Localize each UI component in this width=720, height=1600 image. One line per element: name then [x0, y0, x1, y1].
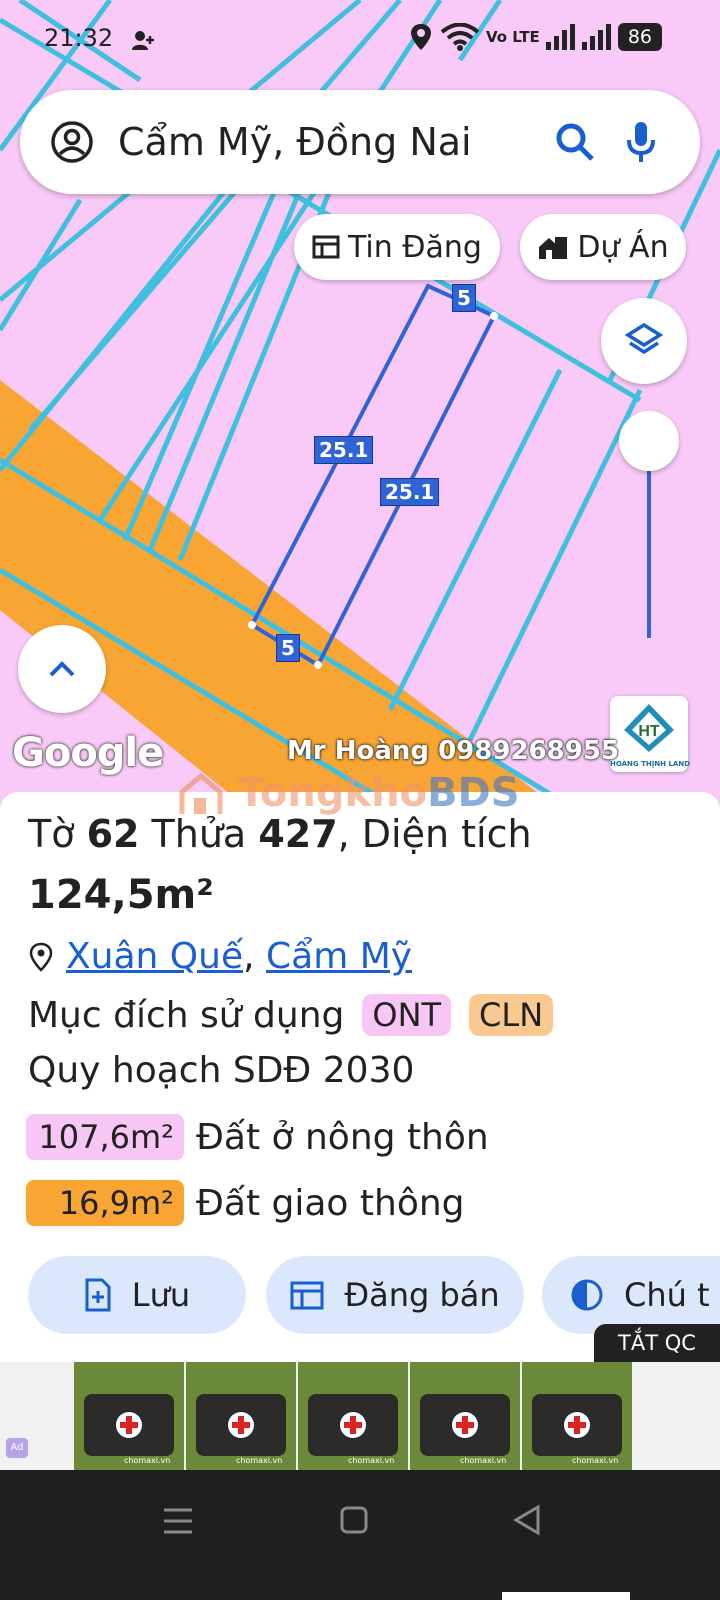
contact-watermark: Mr Hoàng 0989268955 — [287, 736, 619, 766]
save-button[interactable]: Lưu — [28, 1256, 246, 1334]
listings-icon — [312, 235, 340, 259]
parcel-area: 124,5m² — [28, 872, 214, 918]
account-icon[interactable] — [50, 120, 94, 164]
volte-label: Vo LTE — [485, 28, 540, 46]
plan-area-row: 107,6m² Đất ở nông thôn — [26, 1114, 489, 1160]
purpose-label: Mục đích sử dụng — [28, 994, 345, 1036]
zoom-slider-handle[interactable] — [619, 411, 679, 471]
ad-thumbnail[interactable]: chomaxi.vn — [74, 1362, 184, 1470]
profile-add-icon — [130, 28, 156, 58]
expand-sheet-button[interactable] — [18, 625, 106, 713]
plan-area-value: 107,6m² — [26, 1114, 184, 1160]
recents-icon[interactable] — [162, 1506, 194, 1536]
home-indicator — [502, 1592, 630, 1600]
mic-icon[interactable] — [626, 120, 656, 164]
system-navigation-bar — [0, 1470, 720, 1600]
status-icons: Vo LTE 86 — [408, 22, 662, 52]
plan-label: Quy hoạch SDĐ 2030 — [28, 1050, 415, 1091]
ad-caption: chomaxi.vn — [124, 1456, 171, 1465]
edge-length-label: 25.1 — [314, 436, 374, 464]
edge-length-label: 25.1 — [380, 478, 440, 506]
ad-banner[interactable]: Ad chomaxi.vn chomaxi.vn chomaxi.vn chom… — [0, 1362, 720, 1470]
purpose-tag-cln: CLN — [469, 994, 554, 1036]
search-bar[interactable]: Cẩm Mỹ, Đồng Nai — [20, 90, 700, 194]
area-label: , Diện tích — [337, 812, 532, 856]
plot-label: Thửa — [151, 812, 247, 856]
signal-icon — [545, 24, 575, 50]
home-icon[interactable] — [339, 1505, 369, 1535]
purpose-row: Mục đích sử dụng ONT CLN — [28, 994, 554, 1036]
home-work-icon — [539, 237, 568, 259]
location-pin-icon — [29, 942, 53, 972]
house-icon — [179, 772, 223, 814]
purpose-tag-ont: ONT — [362, 994, 452, 1036]
sheet-number: 62 — [86, 812, 140, 856]
post-sale-button[interactable]: Đăng bán — [266, 1256, 524, 1334]
plot-number: 427 — [258, 812, 338, 856]
battery-indicator: 86 — [617, 23, 662, 51]
ad-caption: chomaxi.vn — [348, 1456, 395, 1465]
site-watermark: TongkhoBDS — [178, 770, 520, 818]
chevron-up-icon — [49, 661, 75, 677]
ad-badge-icon: Ad — [6, 1438, 28, 1458]
google-logo: Google — [12, 730, 164, 776]
ad-caption: chomaxi.vn — [460, 1456, 507, 1465]
location-separator: , — [243, 936, 255, 977]
post-sale-label: Đăng bán — [344, 1276, 500, 1314]
commune-link[interactable]: Cẩm Mỹ — [266, 936, 412, 977]
plan-area-value: 16,9m² — [26, 1180, 184, 1226]
projects-button[interactable]: Dự Án — [520, 214, 686, 280]
wifi-icon — [440, 23, 480, 51]
ad-thumbnail[interactable]: chomaxi.vn — [298, 1362, 408, 1470]
layers-button[interactable] — [601, 298, 687, 384]
add-file-icon — [85, 1278, 111, 1312]
plan-area-label: Đất ở nông thôn — [196, 1116, 489, 1158]
listings-label: Tin Đăng — [348, 229, 482, 265]
ad-caption: chomaxi.vn — [236, 1456, 283, 1465]
save-label: Lưu — [131, 1276, 191, 1314]
back-icon[interactable] — [512, 1504, 542, 1536]
agency-logo[interactable]: HT HOÀNG THỊNH LAND — [610, 696, 691, 772]
status-time: 21:32 — [44, 24, 114, 52]
close-ad-button[interactable]: TẮT QC — [594, 1324, 720, 1362]
listing-icon — [290, 1281, 324, 1310]
contrast-icon — [571, 1279, 603, 1311]
village-link[interactable]: Xuân Quế — [66, 936, 243, 977]
note-label: Chú t — [624, 1276, 710, 1314]
search-icon[interactable] — [554, 121, 596, 163]
note-button[interactable]: Chú t — [542, 1256, 720, 1334]
edge-length-label: 5 — [452, 284, 476, 312]
ad-caption: chomaxi.vn — [572, 1456, 619, 1465]
location-row: Xuân Quế, Cẩm Mỹ — [28, 936, 412, 977]
agency-logo-text: HOÀNG THỊNH LAND — [610, 760, 691, 768]
svg-text:HT: HT — [638, 723, 660, 740]
projects-label: Dự Án — [577, 229, 669, 265]
location-icon — [410, 24, 431, 50]
ad-thumbnail[interactable]: chomaxi.vn — [186, 1362, 296, 1470]
site-watermark-text: TongkhoBDS — [237, 770, 520, 816]
zoom-slider-track[interactable] — [647, 450, 651, 638]
parcel-title: Tờ 62 Thửa 427, Diện tích — [28, 812, 532, 856]
plan-area-label: Đất giao thông — [196, 1182, 465, 1224]
sheet-label: Tờ — [28, 812, 75, 856]
plan-area-row: 16,9m² Đất giao thông — [26, 1180, 465, 1226]
map-view[interactable]: 5 25.1 25.1 5 21:32 Vo LTE 86 Cẩm Mỹ, Đồ… — [0, 0, 720, 810]
listings-button[interactable]: Tin Đăng — [294, 214, 500, 280]
signal-icon-2 — [581, 24, 611, 50]
layers-icon — [624, 322, 664, 355]
edge-length-label: 5 — [276, 634, 300, 662]
search-input[interactable]: Cẩm Mỹ, Đồng Nai — [118, 120, 554, 164]
ad-thumbnail[interactable]: chomaxi.vn — [410, 1362, 520, 1470]
ad-thumbnail[interactable]: chomaxi.vn — [522, 1362, 632, 1470]
